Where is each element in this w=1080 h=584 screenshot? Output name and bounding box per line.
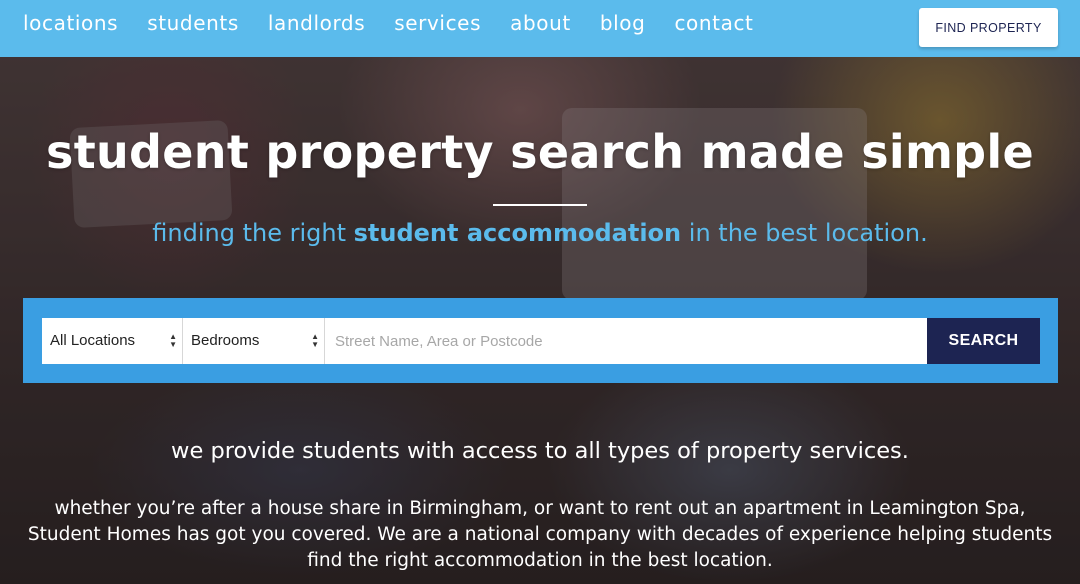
bedrooms-select-value: Bedrooms bbox=[191, 332, 260, 349]
nav-link-services[interactable]: services bbox=[394, 10, 481, 36]
location-select-value: All Locations bbox=[50, 332, 136, 349]
nav-link-contact[interactable]: contact bbox=[674, 10, 753, 36]
hero-subtitle-pre: finding the right bbox=[152, 219, 354, 247]
nav-link-about[interactable]: about bbox=[510, 10, 571, 36]
search-button[interactable]: SEARCH bbox=[927, 318, 1040, 364]
hero-divider bbox=[493, 204, 587, 206]
intro-lead: we provide students with access to all t… bbox=[171, 438, 909, 464]
hero-subtitle-highlight: student accommodation bbox=[353, 219, 682, 247]
hero-subtitle: finding the right student accommodation … bbox=[0, 219, 1080, 247]
nav-link-students[interactable]: students bbox=[147, 10, 239, 36]
search-input[interactable] bbox=[325, 318, 927, 364]
intro-body: whether you’re after a house share in Bi… bbox=[27, 498, 1053, 571]
hero-title: student property search made simple bbox=[46, 125, 1034, 179]
find-property-button[interactable]: FIND PROPERTY bbox=[919, 8, 1058, 47]
property-search-panel: All Locations ▲▼ Bedrooms ▲▼ SEARCH bbox=[23, 298, 1058, 383]
location-select[interactable]: All Locations ▲ ▼ bbox=[42, 318, 183, 364]
top-navigation-bar: locations students landlords services ab… bbox=[0, 0, 1080, 57]
hero-subtitle-post: in the best location. bbox=[681, 219, 928, 247]
bedrooms-select[interactable]: Bedrooms ▲ ▼ bbox=[183, 318, 325, 364]
nav-link-blog[interactable]: blog bbox=[600, 10, 646, 36]
main-nav: locations students landlords services ab… bbox=[23, 10, 782, 36]
select-arrows-icon: ▲ ▼ bbox=[311, 332, 319, 349]
nav-link-locations[interactable]: locations bbox=[23, 10, 118, 36]
nav-link-landlords[interactable]: landlords bbox=[268, 10, 365, 36]
select-arrows-icon: ▲ ▼ bbox=[169, 332, 177, 349]
